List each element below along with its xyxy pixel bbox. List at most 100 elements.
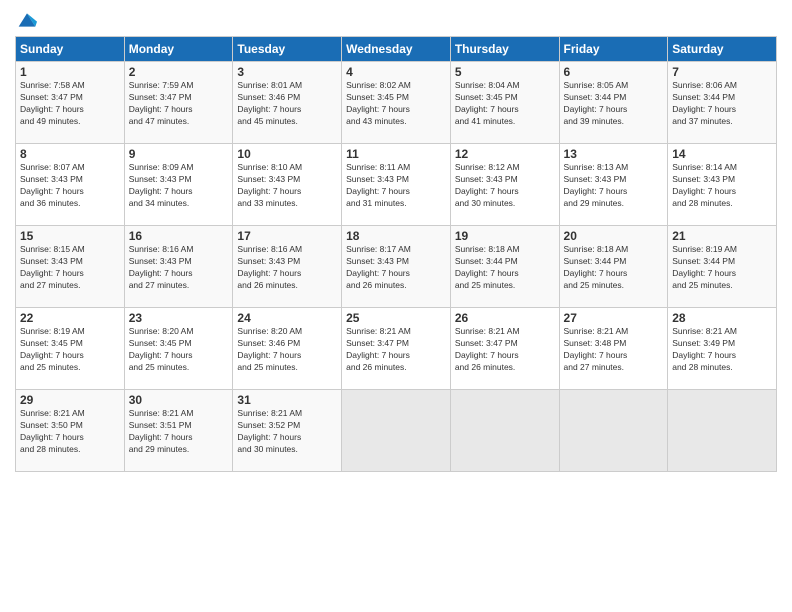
- day-number: 29: [20, 393, 120, 407]
- day-number: 16: [129, 229, 229, 243]
- calendar-day-header: Tuesday: [233, 37, 342, 62]
- day-number: 17: [237, 229, 337, 243]
- cell-info: Sunrise: 8:10 AMSunset: 3:43 PMDaylight:…: [237, 162, 302, 208]
- day-number: 24: [237, 311, 337, 325]
- calendar-cell: [450, 390, 559, 472]
- day-number: 12: [455, 147, 555, 161]
- calendar-cell: 2Sunrise: 7:59 AMSunset: 3:47 PMDaylight…: [124, 62, 233, 144]
- calendar-cell: 15Sunrise: 8:15 AMSunset: 3:43 PMDayligh…: [16, 226, 125, 308]
- cell-info: Sunrise: 8:21 AMSunset: 3:47 PMDaylight:…: [346, 326, 411, 372]
- cell-info: Sunrise: 8:12 AMSunset: 3:43 PMDaylight:…: [455, 162, 520, 208]
- calendar-cell: 16Sunrise: 8:16 AMSunset: 3:43 PMDayligh…: [124, 226, 233, 308]
- cell-info: Sunrise: 8:20 AMSunset: 3:46 PMDaylight:…: [237, 326, 302, 372]
- day-number: 14: [672, 147, 772, 161]
- day-number: 22: [20, 311, 120, 325]
- cell-info: Sunrise: 8:17 AMSunset: 3:43 PMDaylight:…: [346, 244, 411, 290]
- cell-info: Sunrise: 8:20 AMSunset: 3:45 PMDaylight:…: [129, 326, 194, 372]
- calendar-cell: 17Sunrise: 8:16 AMSunset: 3:43 PMDayligh…: [233, 226, 342, 308]
- calendar-cell: 30Sunrise: 8:21 AMSunset: 3:51 PMDayligh…: [124, 390, 233, 472]
- day-number: 26: [455, 311, 555, 325]
- calendar-cell: 6Sunrise: 8:05 AMSunset: 3:44 PMDaylight…: [559, 62, 668, 144]
- calendar-cell: [559, 390, 668, 472]
- calendar-cell: 27Sunrise: 8:21 AMSunset: 3:48 PMDayligh…: [559, 308, 668, 390]
- day-number: 20: [564, 229, 664, 243]
- calendar-cell: 29Sunrise: 8:21 AMSunset: 3:50 PMDayligh…: [16, 390, 125, 472]
- cell-info: Sunrise: 8:09 AMSunset: 3:43 PMDaylight:…: [129, 162, 194, 208]
- day-number: 27: [564, 311, 664, 325]
- cell-info: Sunrise: 8:04 AMSunset: 3:45 PMDaylight:…: [455, 80, 520, 126]
- cell-info: Sunrise: 8:21 AMSunset: 3:52 PMDaylight:…: [237, 408, 302, 454]
- page-header: [15, 10, 777, 30]
- calendar-cell: 26Sunrise: 8:21 AMSunset: 3:47 PMDayligh…: [450, 308, 559, 390]
- day-number: 11: [346, 147, 446, 161]
- cell-info: Sunrise: 7:59 AMSunset: 3:47 PMDaylight:…: [129, 80, 194, 126]
- day-number: 2: [129, 65, 229, 79]
- cell-info: Sunrise: 8:11 AMSunset: 3:43 PMDaylight:…: [346, 162, 410, 208]
- cell-info: Sunrise: 8:07 AMSunset: 3:43 PMDaylight:…: [20, 162, 85, 208]
- calendar-cell: 10Sunrise: 8:10 AMSunset: 3:43 PMDayligh…: [233, 144, 342, 226]
- calendar-cell: 1Sunrise: 7:58 AMSunset: 3:47 PMDaylight…: [16, 62, 125, 144]
- calendar-cell: 12Sunrise: 8:12 AMSunset: 3:43 PMDayligh…: [450, 144, 559, 226]
- calendar-week-row: 1Sunrise: 7:58 AMSunset: 3:47 PMDaylight…: [16, 62, 777, 144]
- day-number: 28: [672, 311, 772, 325]
- cell-info: Sunrise: 8:19 AMSunset: 3:45 PMDaylight:…: [20, 326, 85, 372]
- cell-info: Sunrise: 8:15 AMSunset: 3:43 PMDaylight:…: [20, 244, 85, 290]
- calendar-cell: 18Sunrise: 8:17 AMSunset: 3:43 PMDayligh…: [342, 226, 451, 308]
- calendar-week-row: 15Sunrise: 8:15 AMSunset: 3:43 PMDayligh…: [16, 226, 777, 308]
- cell-info: Sunrise: 8:05 AMSunset: 3:44 PMDaylight:…: [564, 80, 629, 126]
- cell-info: Sunrise: 8:21 AMSunset: 3:51 PMDaylight:…: [129, 408, 194, 454]
- cell-info: Sunrise: 7:58 AMSunset: 3:47 PMDaylight:…: [20, 80, 85, 126]
- cell-info: Sunrise: 8:21 AMSunset: 3:48 PMDaylight:…: [564, 326, 629, 372]
- calendar-day-header: Thursday: [450, 37, 559, 62]
- logo-icon: [17, 10, 37, 30]
- calendar-cell: [668, 390, 777, 472]
- calendar-cell: 3Sunrise: 8:01 AMSunset: 3:46 PMDaylight…: [233, 62, 342, 144]
- calendar-cell: 31Sunrise: 8:21 AMSunset: 3:52 PMDayligh…: [233, 390, 342, 472]
- calendar-table: SundayMondayTuesdayWednesdayThursdayFrid…: [15, 36, 777, 472]
- day-number: 7: [672, 65, 772, 79]
- calendar-cell: 9Sunrise: 8:09 AMSunset: 3:43 PMDaylight…: [124, 144, 233, 226]
- cell-info: Sunrise: 8:16 AMSunset: 3:43 PMDaylight:…: [237, 244, 302, 290]
- cell-info: Sunrise: 8:06 AMSunset: 3:44 PMDaylight:…: [672, 80, 737, 126]
- cell-info: Sunrise: 8:01 AMSunset: 3:46 PMDaylight:…: [237, 80, 302, 126]
- calendar-day-header: Wednesday: [342, 37, 451, 62]
- day-number: 1: [20, 65, 120, 79]
- cell-info: Sunrise: 8:21 AMSunset: 3:47 PMDaylight:…: [455, 326, 520, 372]
- day-number: 4: [346, 65, 446, 79]
- calendar-header-row: SundayMondayTuesdayWednesdayThursdayFrid…: [16, 37, 777, 62]
- day-number: 25: [346, 311, 446, 325]
- cell-info: Sunrise: 8:18 AMSunset: 3:44 PMDaylight:…: [455, 244, 520, 290]
- calendar-cell: 21Sunrise: 8:19 AMSunset: 3:44 PMDayligh…: [668, 226, 777, 308]
- day-number: 8: [20, 147, 120, 161]
- cell-info: Sunrise: 8:21 AMSunset: 3:49 PMDaylight:…: [672, 326, 737, 372]
- logo: [15, 10, 37, 30]
- calendar-cell: 11Sunrise: 8:11 AMSunset: 3:43 PMDayligh…: [342, 144, 451, 226]
- calendar-cell: 25Sunrise: 8:21 AMSunset: 3:47 PMDayligh…: [342, 308, 451, 390]
- day-number: 21: [672, 229, 772, 243]
- calendar-cell: 7Sunrise: 8:06 AMSunset: 3:44 PMDaylight…: [668, 62, 777, 144]
- cell-info: Sunrise: 8:13 AMSunset: 3:43 PMDaylight:…: [564, 162, 629, 208]
- calendar-week-row: 29Sunrise: 8:21 AMSunset: 3:50 PMDayligh…: [16, 390, 777, 472]
- calendar-week-row: 8Sunrise: 8:07 AMSunset: 3:43 PMDaylight…: [16, 144, 777, 226]
- calendar-cell: 14Sunrise: 8:14 AMSunset: 3:43 PMDayligh…: [668, 144, 777, 226]
- day-number: 3: [237, 65, 337, 79]
- cell-info: Sunrise: 8:14 AMSunset: 3:43 PMDaylight:…: [672, 162, 737, 208]
- day-number: 6: [564, 65, 664, 79]
- calendar-cell: 28Sunrise: 8:21 AMSunset: 3:49 PMDayligh…: [668, 308, 777, 390]
- calendar-week-row: 22Sunrise: 8:19 AMSunset: 3:45 PMDayligh…: [16, 308, 777, 390]
- calendar-cell: 5Sunrise: 8:04 AMSunset: 3:45 PMDaylight…: [450, 62, 559, 144]
- calendar-cell: 4Sunrise: 8:02 AMSunset: 3:45 PMDaylight…: [342, 62, 451, 144]
- day-number: 31: [237, 393, 337, 407]
- cell-info: Sunrise: 8:16 AMSunset: 3:43 PMDaylight:…: [129, 244, 194, 290]
- calendar-cell: 19Sunrise: 8:18 AMSunset: 3:44 PMDayligh…: [450, 226, 559, 308]
- day-number: 13: [564, 147, 664, 161]
- calendar-cell: 13Sunrise: 8:13 AMSunset: 3:43 PMDayligh…: [559, 144, 668, 226]
- cell-info: Sunrise: 8:19 AMSunset: 3:44 PMDaylight:…: [672, 244, 737, 290]
- calendar-cell: [342, 390, 451, 472]
- cell-info: Sunrise: 8:21 AMSunset: 3:50 PMDaylight:…: [20, 408, 85, 454]
- day-number: 23: [129, 311, 229, 325]
- calendar-cell: 22Sunrise: 8:19 AMSunset: 3:45 PMDayligh…: [16, 308, 125, 390]
- calendar-cell: 8Sunrise: 8:07 AMSunset: 3:43 PMDaylight…: [16, 144, 125, 226]
- day-number: 10: [237, 147, 337, 161]
- day-number: 9: [129, 147, 229, 161]
